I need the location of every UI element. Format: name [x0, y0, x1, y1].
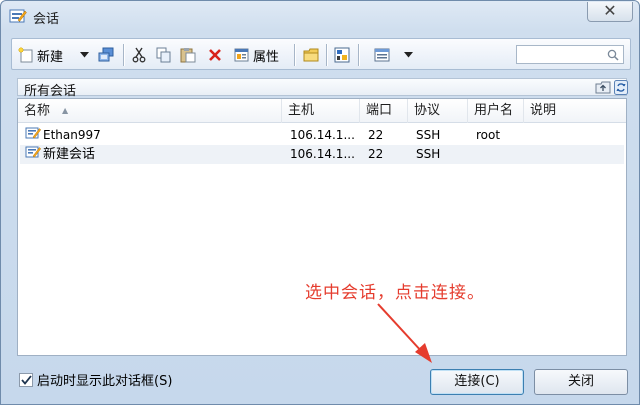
view-icon — [374, 48, 390, 62]
session-port: 22 — [368, 147, 384, 161]
cut-button[interactable] — [132, 44, 146, 66]
show-on-startup-label: 启动时显示此对话框(S) — [37, 374, 173, 389]
session-dialog: 会话 ✕ 新建 属性 所有会话 名称 ▲ 主机 端口 协议 用户名 说明 Eth… — [0, 0, 640, 405]
copy-button[interactable] — [156, 44, 172, 66]
new-session-label: 新建 — [37, 49, 64, 65]
sort-ascending-icon: ▲ — [62, 106, 69, 115]
properties-label: 属性 — [253, 49, 280, 65]
table-row[interactable]: 新建会话 106.14.1... 22 SSH — [20, 145, 624, 164]
session-username: root — [476, 128, 501, 142]
toolbar-separator — [294, 44, 295, 66]
session-app-icon — [9, 8, 27, 24]
column-header-name-label: 名称 — [24, 103, 51, 119]
session-name: 新建会话 — [43, 147, 96, 162]
search-icon[interactable] — [607, 49, 619, 64]
connect-button[interactable]: 连接(C) — [430, 369, 524, 395]
list-header: 名称 ▲ 主机 端口 协议 用户名 说明 — [18, 99, 626, 123]
search-input[interactable] — [517, 46, 603, 63]
folder-path-bar: 所有会话 — [17, 78, 628, 99]
session-icon — [25, 126, 42, 146]
search-field[interactable] — [516, 45, 624, 64]
new-session-button[interactable]: 新建 — [18, 44, 63, 66]
session-config-button[interactable] — [334, 44, 350, 66]
session-protocol: SSH — [416, 128, 441, 142]
column-header-host[interactable]: 主机 — [282, 99, 360, 123]
column-header-port-label: 端口 — [366, 103, 393, 118]
session-protocol: SSH — [416, 147, 441, 161]
window-title: 会话 — [33, 12, 60, 27]
toolbar-separator — [358, 44, 359, 66]
column-header-port[interactable]: 端口 — [360, 99, 408, 123]
title-bar[interactable]: 会话 ✕ — [1, 1, 639, 31]
delete-button[interactable] — [208, 44, 222, 66]
row-name-cell: Ethan997 — [25, 126, 101, 145]
session-config-icon — [334, 47, 350, 63]
new-session-dropdown[interactable] — [80, 44, 89, 66]
show-on-startup-checkbox[interactable] — [19, 372, 33, 387]
session-port: 22 — [368, 128, 384, 142]
paste-button[interactable] — [180, 44, 196, 66]
connect-session-icon — [98, 47, 114, 63]
annotation-text: 选中会话，点击连接。 — [305, 283, 485, 303]
session-host: 106.14.1... — [290, 128, 355, 142]
close-button[interactable]: 关闭 — [534, 369, 628, 395]
folder-icon — [303, 48, 319, 62]
toolbar-separator — [326, 44, 327, 66]
dropdown-arrow-icon — [80, 52, 89, 58]
row-name-cell: 新建会话 — [25, 145, 95, 164]
show-on-startup-option[interactable]: 启动时显示此对话框(S) — [19, 370, 172, 389]
view-dropdown-arrow-icon — [404, 52, 413, 58]
paste-icon — [180, 47, 196, 63]
checkmark-icon — [20, 374, 32, 385]
properties-icon — [234, 47, 250, 63]
delete-icon — [208, 48, 222, 62]
session-list: 名称 ▲ 主机 端口 协议 用户名 说明 Ethan997 106.14.1..… — [17, 98, 627, 356]
column-header-name[interactable]: 名称 ▲ — [18, 99, 282, 123]
copy-icon — [156, 47, 172, 63]
session-host: 106.14.1... — [290, 147, 355, 161]
refresh-icon[interactable] — [614, 80, 628, 98]
new-folder-button[interactable] — [303, 44, 319, 66]
table-row[interactable]: Ethan997 106.14.1... 22 SSH root — [20, 126, 624, 145]
column-header-username[interactable]: 用户名 — [468, 99, 524, 123]
column-header-description[interactable]: 说明 — [524, 99, 626, 123]
session-icon — [25, 145, 42, 165]
column-header-username-label: 用户名 — [474, 103, 514, 118]
properties-button[interactable]: 属性 — [234, 44, 279, 66]
current-folder-label: 所有会话 — [24, 84, 77, 99]
column-header-protocol[interactable]: 协议 — [408, 99, 468, 123]
go-up-folder-icon[interactable] — [595, 80, 611, 98]
connect-toolbar-button[interactable] — [98, 44, 114, 66]
column-header-description-label: 说明 — [530, 103, 557, 118]
session-name: Ethan997 — [43, 128, 101, 142]
close-icon: ✕ — [603, 1, 617, 20]
view-button[interactable] — [374, 44, 390, 66]
cut-icon — [132, 47, 146, 63]
toolbar: 新建 属性 — [11, 38, 631, 70]
toolbar-separator — [123, 44, 124, 66]
window-close-button[interactable]: ✕ — [587, 2, 633, 22]
column-header-protocol-label: 协议 — [414, 103, 441, 118]
new-session-icon — [18, 47, 34, 63]
column-header-host-label: 主机 — [288, 103, 315, 118]
view-dropdown[interactable] — [404, 44, 413, 66]
